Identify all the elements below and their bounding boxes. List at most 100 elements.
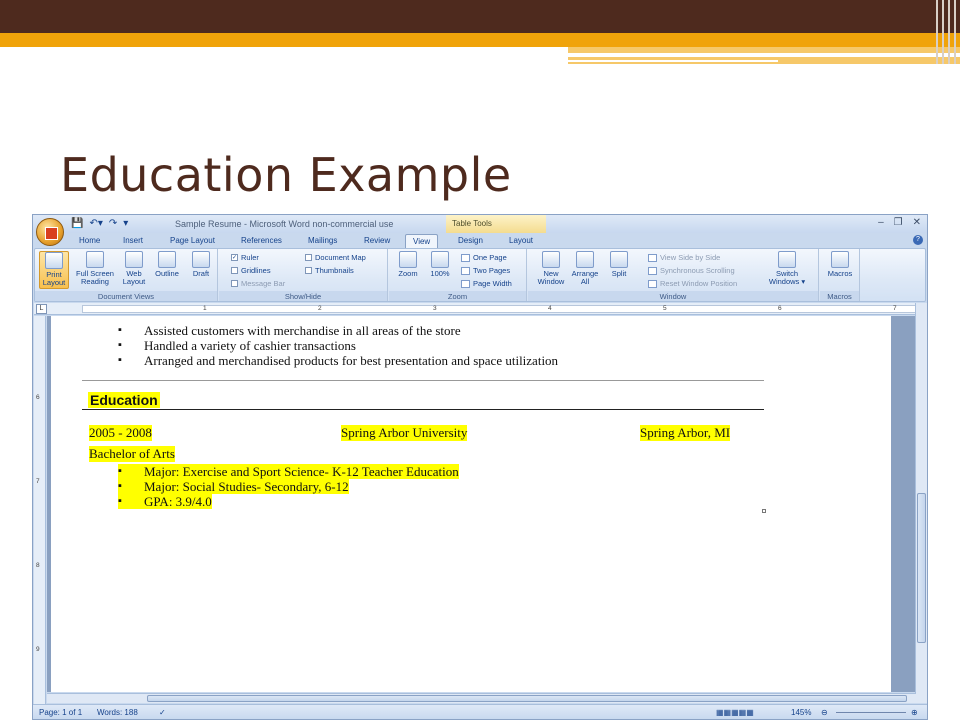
group-window: New Window Arrange All Split View Side b… (528, 249, 819, 301)
vertical-scrollbar[interactable] (915, 303, 927, 703)
tab-design[interactable]: Design (458, 236, 483, 245)
page-count[interactable]: Page: 1 of 1 (39, 708, 82, 717)
window-controls: – ❐ ✕ (878, 217, 921, 228)
horizontal-scrollbar[interactable] (47, 693, 916, 703)
table-tools-context-tab: Table Tools (446, 215, 546, 233)
zoom-100-button[interactable]: 100% (425, 251, 455, 278)
save-icon[interactable]: 💾 (71, 218, 83, 229)
tab-references[interactable]: References (241, 236, 282, 245)
switch-windows-icon (778, 251, 796, 268)
zoom-in-icon[interactable]: ⊕ (911, 708, 918, 717)
ribbon: Print Layout Full Screen Reading Web Lay… (34, 248, 926, 302)
education-degree: Bachelor of Arts (89, 446, 175, 462)
page-width-button[interactable]: Page Width (461, 279, 512, 288)
arrange-all-button[interactable]: Arrange All (570, 251, 600, 286)
restore-icon[interactable]: ❐ (894, 217, 903, 228)
vertical-ruler[interactable]: 6 7 8 9 (34, 316, 46, 706)
one-page-button[interactable]: One Page (461, 253, 507, 262)
two-pages-icon (461, 266, 470, 275)
group-label: Document Views (35, 291, 217, 301)
tab-view[interactable]: View (405, 234, 439, 249)
group-label: Zoom (389, 291, 526, 301)
undo-icon[interactable]: ↶▾ (89, 218, 102, 229)
page-100-icon (431, 251, 449, 268)
tab-layout[interactable]: Layout (509, 236, 533, 245)
help-icon[interactable]: ? (913, 235, 923, 245)
slide-accent-bar (0, 33, 960, 47)
group-label: Window (528, 291, 818, 301)
horizontal-ruler[interactable]: L 1 2 3 4 5 6 7 (34, 303, 926, 315)
full-screen-icon (86, 251, 104, 268)
synchronous-scrolling-button[interactable]: Synchronous Scrolling (648, 266, 735, 275)
list-item: Major: Social Studies- Secondary, 6-12 (118, 479, 349, 494)
education-years: 2005 - 2008 (89, 425, 152, 441)
proofing-icon[interactable]: ✓ (159, 708, 166, 717)
gridlines-checkbox[interactable]: Gridlines (231, 266, 271, 275)
tab-insert[interactable]: Insert (123, 236, 143, 245)
office-button[interactable] (36, 218, 64, 246)
web-layout-button[interactable]: Web Layout (119, 251, 149, 286)
education-school: Spring Arbor University (341, 425, 468, 441)
side-by-side-icon (648, 253, 657, 262)
draft-button[interactable]: Draft (186, 251, 216, 278)
status-bar: Page: 1 of 1 Words: 188 ✓ ▦▦▦▦▦ 145% ⊖ ⊕ (33, 704, 927, 719)
full-screen-reading-button[interactable]: Full Screen Reading (75, 251, 115, 286)
group-show-hide: ✓ Ruler Gridlines Message Bar Document Ma… (219, 249, 388, 301)
close-icon[interactable]: ✕ (913, 217, 921, 228)
window-title: Sample Resume - Microsoft Word non-comme… (175, 219, 394, 229)
tab-review[interactable]: Review (364, 236, 390, 245)
print-layout-button[interactable]: Print Layout (39, 251, 69, 289)
zoom-slider[interactable] (836, 712, 906, 713)
reset-window-position-button[interactable]: Reset Window Position (648, 279, 737, 288)
outline-icon (158, 251, 176, 268)
list-item: Assisted customers with merchandise in a… (118, 323, 558, 338)
list-item: GPA: 3.9/4.0 (118, 494, 212, 509)
two-pages-button[interactable]: Two Pages (461, 266, 510, 275)
ruler-track[interactable]: 1 2 3 4 5 6 7 (82, 305, 918, 313)
tab-page-layout[interactable]: Page Layout (170, 236, 215, 245)
draft-icon (192, 251, 210, 268)
experience-bullets: Assisted customers with merchandise in a… (118, 323, 558, 368)
education-bullets: Major: Exercise and Sport Science- K-12 … (118, 464, 459, 509)
macros-button[interactable]: Macros (825, 251, 855, 278)
outline-button[interactable]: Outline (152, 251, 182, 278)
section-heading: Education (88, 392, 160, 408)
thumbnails-checkbox[interactable]: Thumbnails (305, 266, 354, 275)
minimize-icon[interactable]: – (878, 217, 884, 228)
switch-windows-button[interactable]: Switch Windows ▾ (764, 251, 810, 286)
document-map-checkbox[interactable]: Document Map (305, 253, 366, 262)
page-width-icon (461, 279, 470, 288)
new-window-button[interactable]: New Window (536, 251, 566, 286)
heading-underline (82, 409, 764, 410)
one-page-icon (461, 253, 470, 262)
group-macros: Macros Macros (820, 249, 860, 301)
zoom-button[interactable]: Zoom (393, 251, 423, 278)
list-item: Arranged and merchandised products for b… (118, 353, 558, 368)
ribbon-tabs: Home Insert Page Layout References Maili… (33, 233, 927, 249)
view-buttons[interactable]: ▦▦▦▦▦ (716, 708, 754, 717)
group-document-views: Print Layout Full Screen Reading Web Lay… (35, 249, 218, 301)
split-icon (610, 251, 628, 268)
zoom-out-icon[interactable]: ⊖ (821, 708, 828, 717)
scroll-thumb[interactable] (917, 493, 926, 643)
table-divider (82, 380, 764, 381)
redo-icon[interactable]: ↷ (109, 218, 117, 229)
customize-toolbar-icon[interactable]: ▾ (123, 218, 128, 229)
reset-position-icon (648, 279, 657, 288)
new-window-icon (542, 251, 560, 268)
tab-selector[interactable]: L (36, 304, 47, 314)
title-bar: 💾 ↶▾ ↷ ▾ Sample Resume - Microsoft Word … (33, 215, 927, 233)
view-side-by-side-button[interactable]: View Side by Side (648, 253, 720, 262)
magnifier-icon (399, 251, 417, 268)
education-location: Spring Arbor, MI (640, 425, 731, 441)
word-count[interactable]: Words: 188 (97, 708, 138, 717)
split-button[interactable]: Split (604, 251, 634, 278)
ruler-checkbox[interactable]: ✓ Ruler (231, 253, 259, 262)
scroll-thumb[interactable] (147, 695, 907, 702)
tab-mailings[interactable]: Mailings (308, 236, 337, 245)
table-end-marker (762, 509, 766, 513)
message-bar-checkbox[interactable]: Message Bar (231, 279, 285, 288)
zoom-level[interactable]: 145% (791, 708, 811, 717)
quick-access-toolbar: 💾 ↶▾ ↷ ▾ (71, 218, 128, 229)
tab-home[interactable]: Home (79, 236, 100, 245)
